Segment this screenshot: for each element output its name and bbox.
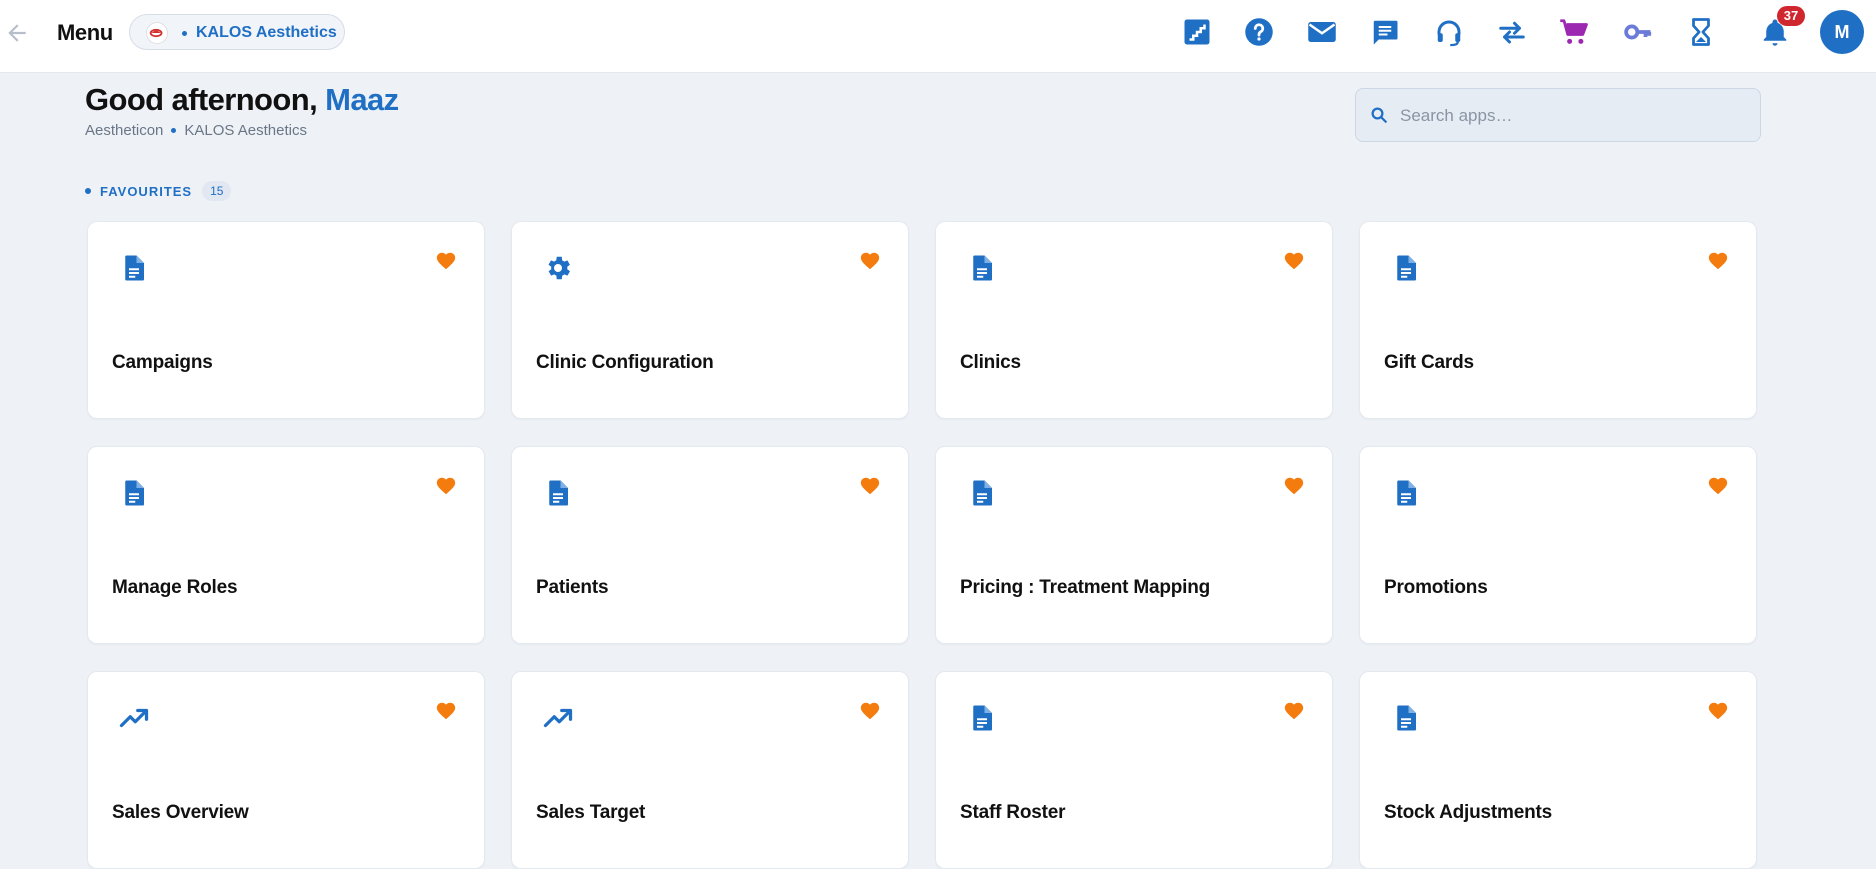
document-icon <box>543 478 573 508</box>
app-card[interactable]: Staff Roster <box>935 671 1333 869</box>
org-switcher[interactable]: KALOS Aesthetics <box>129 14 345 50</box>
heart-icon[interactable] <box>1707 250 1729 272</box>
greeting-heading: Good afternoon, Maaz <box>85 82 399 118</box>
document-icon <box>967 253 997 283</box>
breadcrumb-separator <box>171 128 177 133</box>
app-card-title: Staff Roster <box>960 802 1066 823</box>
app-card[interactable]: Promotions <box>1359 446 1757 644</box>
app-card[interactable]: Gift Cards <box>1359 221 1757 419</box>
app-card[interactable]: Stock Adjustments <box>1359 671 1757 869</box>
app-card-title: Manage Roles <box>112 577 238 598</box>
favourites-section-label: FAVOURITES 15 <box>85 181 232 201</box>
key-icon[interactable] <box>1621 15 1655 49</box>
heart-icon[interactable] <box>1707 700 1729 722</box>
heart-icon[interactable] <box>859 475 881 497</box>
document-icon <box>1391 703 1421 733</box>
favourites-label: FAVOURITES <box>100 183 193 199</box>
support-icon[interactable] <box>1432 15 1466 49</box>
breadcrumb-item: KALOS Aesthetics <box>184 122 307 139</box>
breadcrumb: Aestheticon KALOS Aesthetics <box>85 122 307 139</box>
app-card[interactable]: Clinic Configuration <box>511 221 909 419</box>
heart-icon[interactable] <box>435 250 457 272</box>
heart-icon[interactable] <box>435 475 457 497</box>
mail-icon[interactable] <box>1305 15 1339 49</box>
app-card[interactable]: Campaigns <box>87 221 485 419</box>
help-icon[interactable] <box>1242 15 1276 49</box>
app-card-title: Pricing : Treatment Mapping <box>960 577 1211 598</box>
app-card-title: Gift Cards <box>1384 352 1474 373</box>
heart-icon[interactable] <box>435 700 457 722</box>
notification-badge: 37 <box>1777 6 1805 26</box>
user-name: Maaz <box>325 82 399 117</box>
org-name: KALOS Aesthetics <box>196 24 337 41</box>
app-card-title: Patients <box>536 577 609 598</box>
avatar[interactable]: M <box>1820 10 1864 54</box>
top-bar: Menu KALOS Aesthetics 37 M <box>0 0 1876 73</box>
gear-icon <box>543 253 573 283</box>
back-arrow-icon[interactable] <box>4 20 30 46</box>
document-icon <box>119 253 149 283</box>
section-dot <box>85 188 91 194</box>
org-dot <box>182 31 187 36</box>
greeting-prefix: Good afternoon, <box>85 82 318 117</box>
app-card-title: Promotions <box>1384 577 1488 598</box>
swap-icon[interactable] <box>1495 15 1529 49</box>
search-box <box>1355 88 1761 142</box>
heart-icon[interactable] <box>1283 475 1305 497</box>
hourglass-icon[interactable] <box>1684 15 1718 49</box>
favourites-count: 15 <box>202 181 232 201</box>
app-card[interactable]: Sales Target <box>511 671 909 869</box>
trending-up-icon <box>543 703 573 733</box>
app-card[interactable]: Patients <box>511 446 909 644</box>
heart-icon[interactable] <box>859 700 881 722</box>
heart-icon[interactable] <box>859 250 881 272</box>
document-icon <box>1391 253 1421 283</box>
stairs-icon[interactable] <box>1180 15 1214 49</box>
document-icon <box>967 478 997 508</box>
app-card[interactable]: Manage Roles <box>87 446 485 644</box>
app-card-title: Clinics <box>960 352 1021 373</box>
app-card[interactable]: Clinics <box>935 221 1333 419</box>
app-card[interactable]: Sales Overview <box>87 671 485 869</box>
heart-icon[interactable] <box>1283 700 1305 722</box>
trending-up-icon <box>119 703 149 733</box>
document-icon <box>1391 478 1421 508</box>
menu-title: Menu <box>57 20 113 45</box>
app-card[interactable]: Pricing : Treatment Mapping <box>935 446 1333 644</box>
app-card-title: Campaigns <box>112 352 213 373</box>
heart-icon[interactable] <box>1707 475 1729 497</box>
app-card-title: Stock Adjustments <box>1384 802 1552 823</box>
cart-icon[interactable] <box>1557 15 1591 49</box>
breadcrumb-item: Aestheticon <box>85 122 164 139</box>
document-icon <box>119 478 149 508</box>
chat-icon[interactable] <box>1368 15 1402 49</box>
document-icon <box>967 703 997 733</box>
heart-icon[interactable] <box>1283 250 1305 272</box>
app-card-title: Clinic Configuration <box>536 352 714 373</box>
search-icon <box>1370 106 1388 124</box>
app-card-title: Sales Target <box>536 802 646 823</box>
org-logo-icon <box>146 22 168 44</box>
search-input[interactable] <box>1398 97 1752 135</box>
app-card-title: Sales Overview <box>112 802 249 823</box>
